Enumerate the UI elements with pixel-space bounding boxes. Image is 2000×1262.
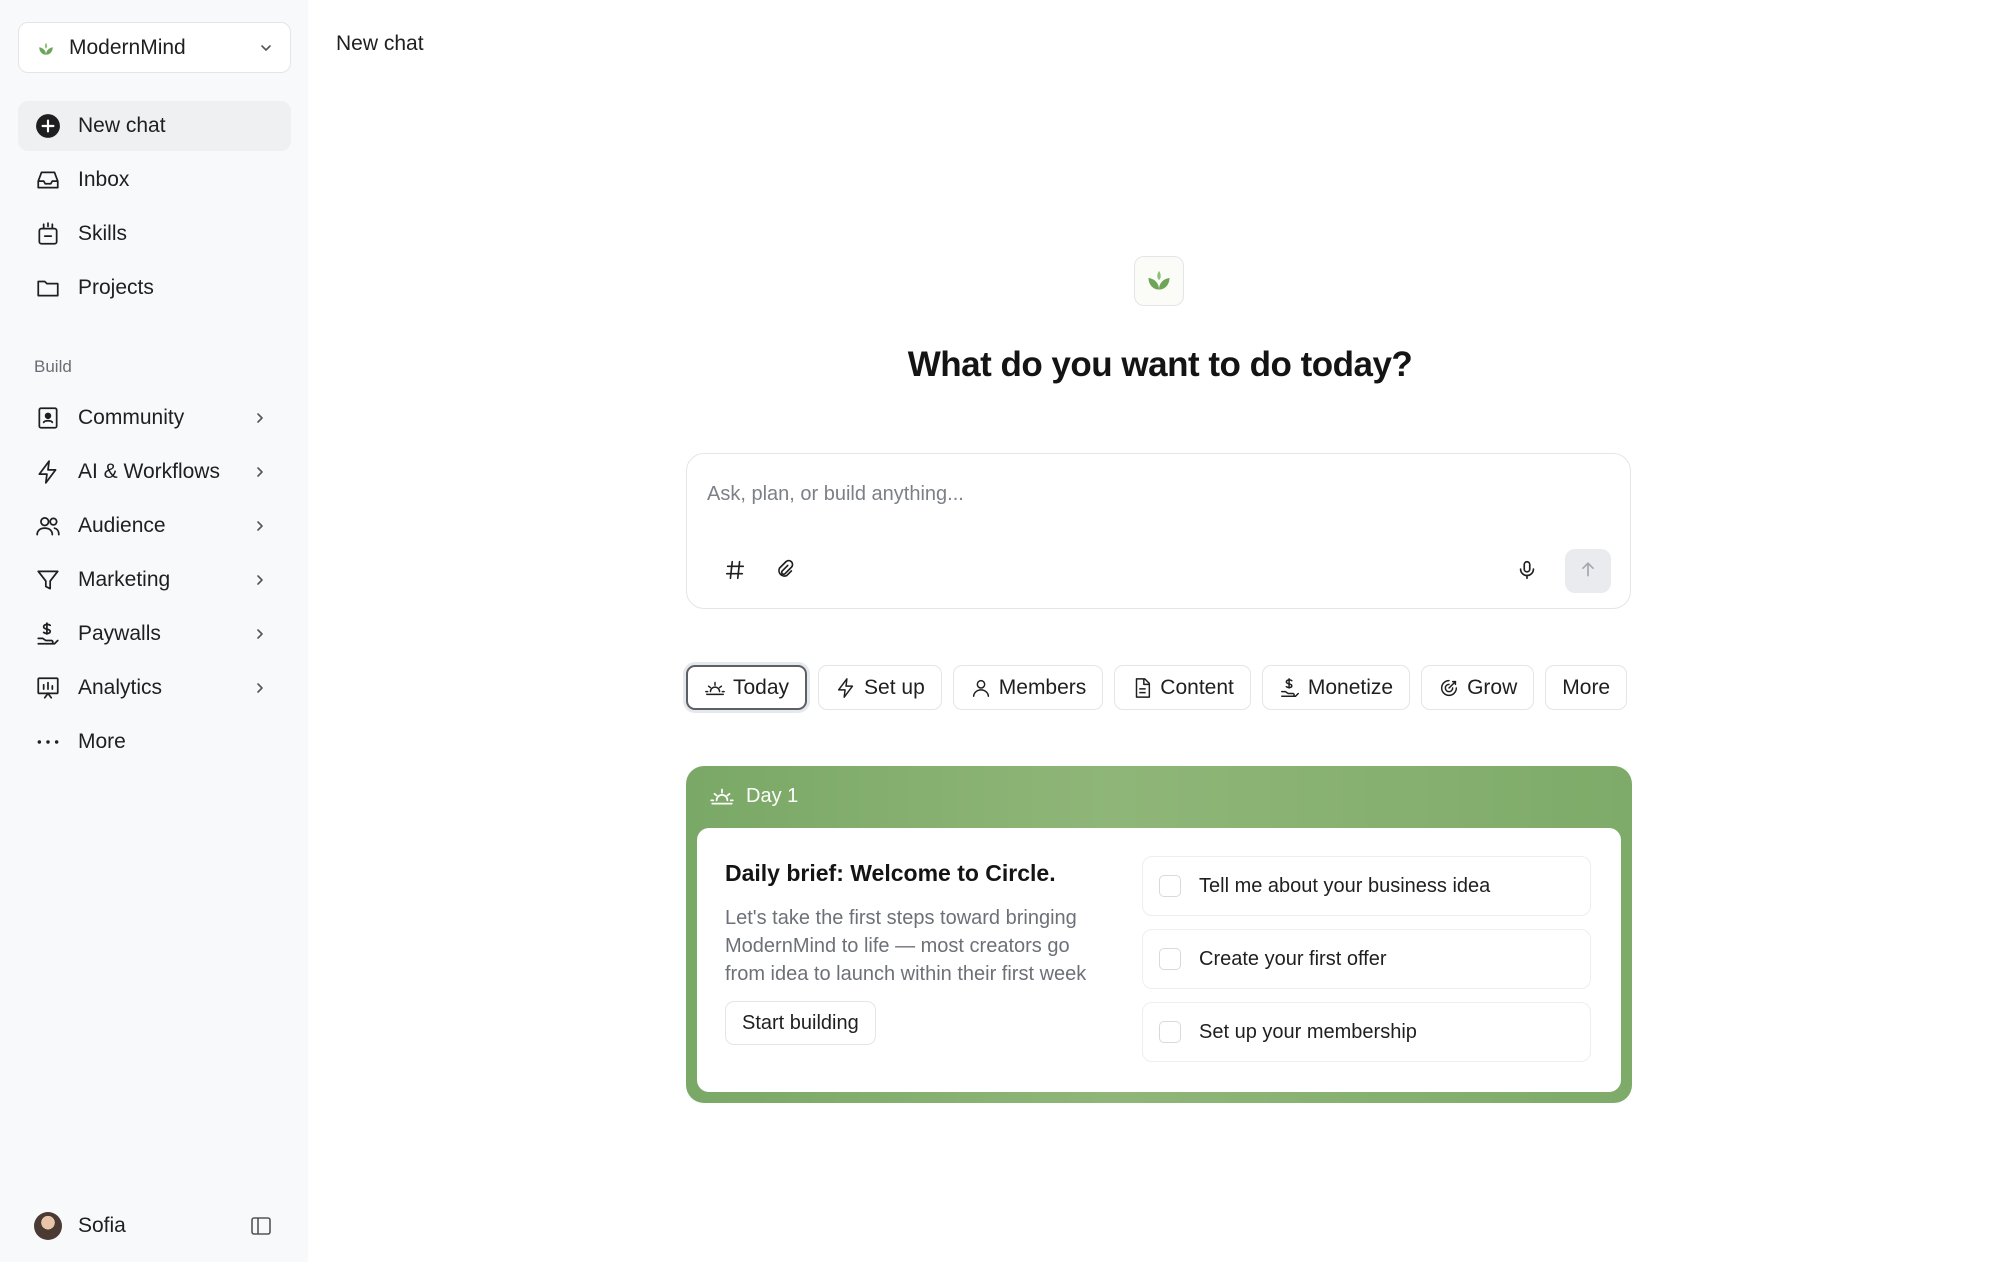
sidebar-item-label: Community [78, 406, 185, 429]
suggestion-chips: Today Set up Members Content Monetize Gr… [686, 665, 1628, 710]
sidebar-item-label: Analytics [78, 676, 163, 699]
sidebar-item-label: New chat [78, 114, 166, 137]
sidebar-item-ai-workflows[interactable]: AI & Workflows [18, 447, 291, 497]
chip-monetize[interactable]: Monetize [1261, 665, 1411, 710]
brief-title: Daily brief: Welcome to Circle. [725, 860, 1056, 886]
sidebar-item-marketing[interactable]: Marketing [18, 555, 291, 605]
sidebar-item-audience[interactable]: Audience [18, 501, 291, 551]
sidebar-toggle-icon[interactable] [247, 1212, 275, 1240]
microphone-icon[interactable] [1507, 550, 1547, 590]
task-label: Create your first offer [1199, 947, 1387, 970]
sidebar: ModernMind New chat Inbox Skills Project… [0, 0, 308, 1262]
money-icon [1279, 677, 1301, 699]
chevron-right-icon [253, 681, 267, 695]
chip-today[interactable]: Today [686, 665, 808, 710]
send-button[interactable] [1565, 549, 1611, 593]
chip-members[interactable]: Members [952, 665, 1104, 710]
chevron-down-icon [258, 40, 274, 56]
daily-brief-card: Day 1 Daily brief: Welcome to Circle. Le… [686, 766, 1632, 1103]
task-item[interactable]: Tell me about your business idea [1142, 856, 1591, 916]
sidebar-item-more[interactable]: More [18, 717, 291, 767]
start-building-button[interactable]: Start building [725, 1001, 876, 1045]
chevron-right-icon [253, 465, 267, 479]
brief-description: Let's take the first steps toward bringi… [725, 907, 1087, 985]
sidebar-item-analytics[interactable]: Analytics [18, 663, 291, 713]
chip-label: Members [998, 675, 1087, 699]
chip-label: Grow [1467, 675, 1518, 699]
skills-icon [34, 220, 62, 248]
leaf-logo-icon [35, 37, 57, 59]
page-title: New chat [336, 32, 424, 55]
day-label: Day 1 [746, 784, 799, 807]
community-icon [34, 404, 62, 432]
chevron-right-icon [253, 411, 267, 425]
chip-label: Content [1160, 675, 1234, 699]
chevron-right-icon [253, 627, 267, 641]
workspace-switcher[interactable]: ModernMind [18, 22, 291, 73]
funnel-icon [34, 566, 62, 594]
user-icon [970, 677, 992, 699]
task-label: Tell me about your business idea [1199, 874, 1491, 897]
section-label-build: Build [34, 357, 72, 376]
task-item[interactable]: Create your first offer [1142, 929, 1591, 989]
sidebar-item-inbox[interactable]: Inbox [18, 155, 291, 205]
sidebar-item-new-chat[interactable]: New chat [18, 101, 291, 151]
leaf-logo-icon [1145, 265, 1173, 298]
chip-content[interactable]: Content [1114, 665, 1251, 710]
chevron-right-icon [253, 519, 267, 533]
sidebar-item-label: AI & Workflows [78, 460, 220, 483]
lightning-icon [835, 677, 857, 699]
chip-more[interactable]: More [1545, 665, 1628, 710]
chip-label: Monetize [1307, 675, 1394, 699]
sidebar-item-label: More [78, 730, 126, 753]
avatar [34, 1212, 62, 1240]
sunrise-icon [704, 677, 726, 699]
document-icon [1131, 677, 1153, 699]
paywall-icon [34, 620, 62, 648]
sidebar-item-label: Audience [78, 514, 166, 537]
task-checkbox[interactable] [1159, 1021, 1181, 1043]
sidebar-item-skills[interactable]: Skills [18, 209, 291, 259]
brand-logo-badge [1134, 256, 1184, 306]
headline: What do you want to do today? [907, 345, 1413, 384]
task-checkbox[interactable] [1159, 948, 1181, 970]
task-item[interactable]: Set up your membership [1142, 1002, 1591, 1062]
arrow-up-icon [1578, 559, 1598, 584]
chat-composer [686, 453, 1631, 609]
user-name: Sofia [78, 1214, 126, 1237]
daily-brief-body: Daily brief: Welcome to Circle. Let's ta… [697, 828, 1621, 1092]
chip-label: Today [733, 675, 790, 699]
plus-circle-icon [34, 112, 62, 140]
sidebar-item-label: Paywalls [78, 622, 161, 645]
sunrise-icon [708, 782, 736, 810]
sidebar-item-label: Projects [78, 276, 154, 299]
chevron-right-icon [253, 573, 267, 587]
sidebar-item-label: Inbox [78, 168, 130, 191]
sidebar-item-label: Marketing [78, 568, 171, 591]
workspace-name: ModernMind [69, 35, 186, 59]
paperclip-icon[interactable] [765, 550, 805, 590]
target-icon [1438, 677, 1460, 699]
analytics-icon [34, 674, 62, 702]
sidebar-item-paywalls[interactable]: Paywalls [18, 609, 291, 659]
chat-input[interactable] [707, 474, 1587, 514]
sidebar-item-label: Skills [78, 222, 128, 245]
chip-grow[interactable]: Grow [1421, 665, 1535, 710]
chip-set-up[interactable]: Set up [818, 665, 942, 710]
chip-label: More [1562, 675, 1611, 699]
dots-icon [34, 728, 62, 756]
hashtag-icon[interactable] [715, 550, 755, 590]
task-label: Set up your membership [1199, 1020, 1417, 1043]
chip-label: Set up [864, 675, 925, 699]
day-header: Day 1 [708, 782, 798, 810]
lightning-icon [34, 458, 62, 486]
user-menu[interactable]: Sofia [18, 1204, 291, 1248]
sidebar-item-projects[interactable]: Projects [18, 263, 291, 313]
folder-icon [34, 274, 62, 302]
inbox-icon [34, 166, 62, 194]
sidebar-item-community[interactable]: Community [18, 393, 291, 443]
task-checkbox[interactable] [1159, 875, 1181, 897]
users-icon [34, 512, 62, 540]
